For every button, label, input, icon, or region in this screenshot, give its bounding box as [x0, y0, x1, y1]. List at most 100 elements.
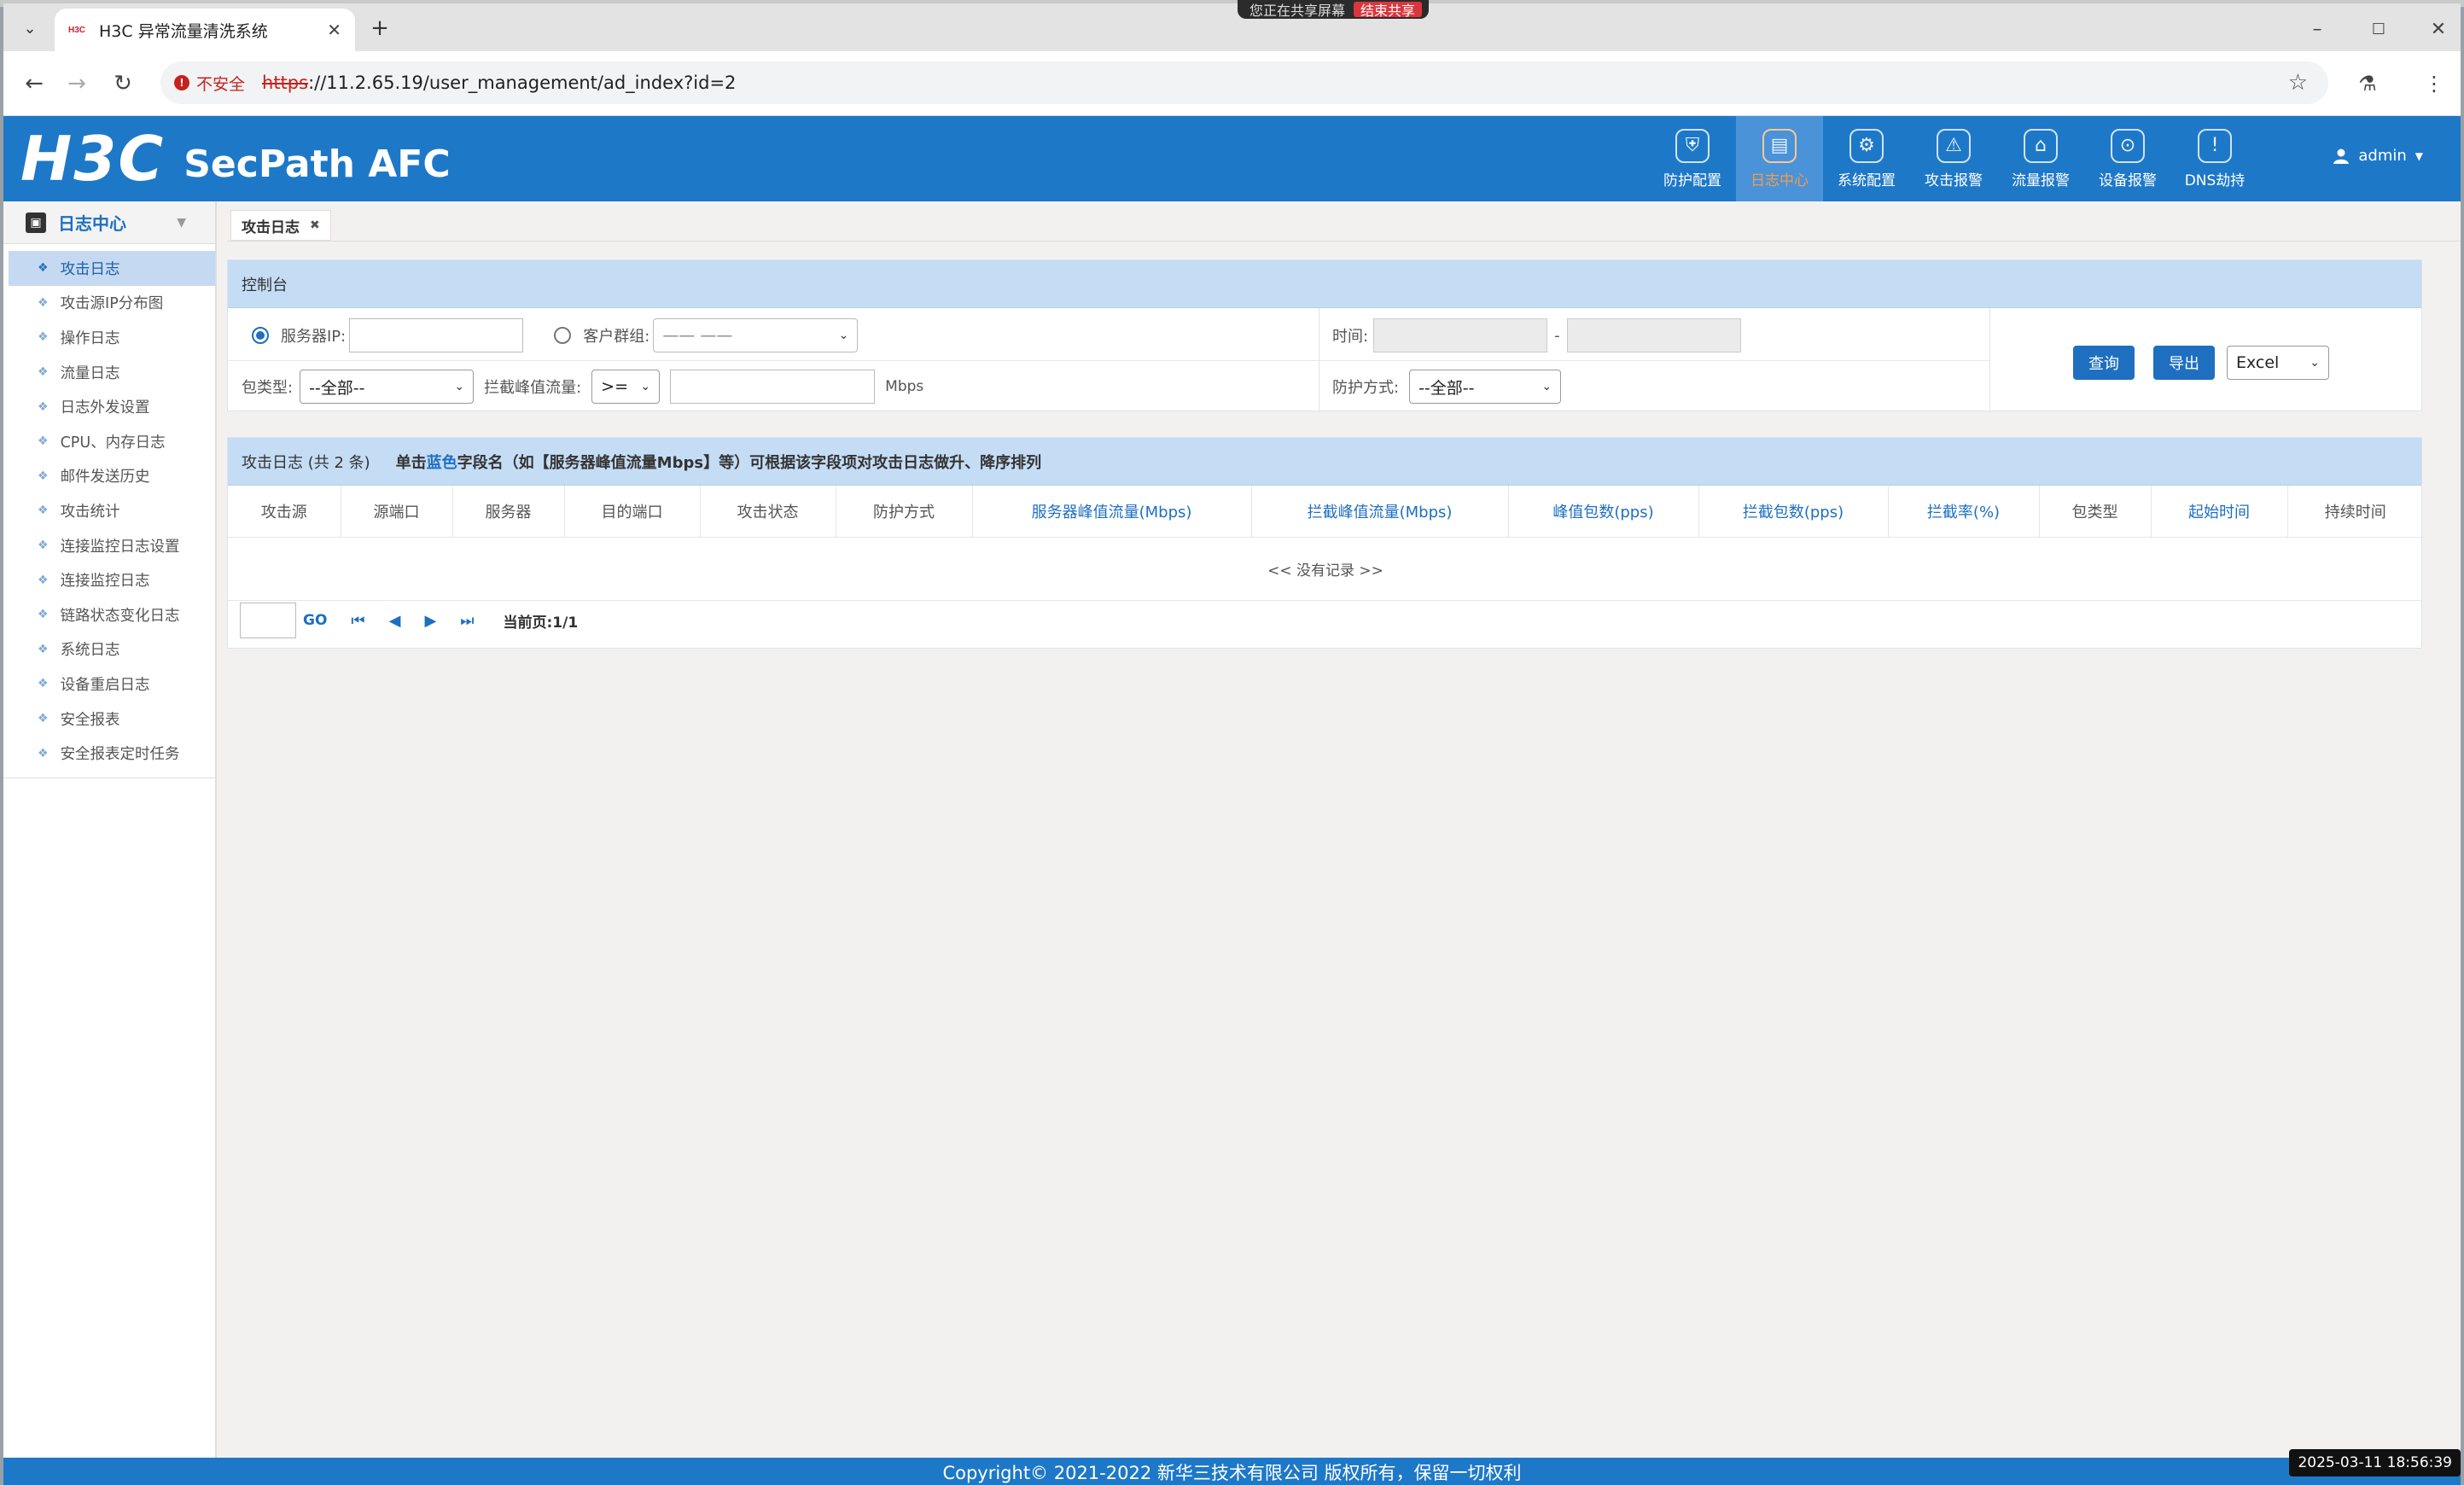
window-close-icon[interactable]: ✕	[2417, 12, 2460, 46]
sidebar-item-link-state-log[interactable]: ❖ 链路状态变化日志	[3, 597, 215, 632]
back-icon[interactable]: ←	[19, 68, 50, 99]
sidebar-item-security-report[interactable]: ❖ 安全报表	[3, 702, 215, 737]
nav-traffic-alarm[interactable]: ⌂ 流量报警	[1997, 116, 2084, 201]
close-tab-icon[interactable]: ✕	[327, 20, 341, 40]
sidebar-item-attack-log[interactable]: ❖ 攻击日志	[9, 251, 215, 286]
close-icon[interactable]: ✖	[310, 218, 320, 232]
nav-log-center[interactable]: ▤ 日志中心	[1736, 116, 1823, 201]
page-number-input[interactable]	[240, 603, 296, 638]
packet-type-label: 包类型:	[242, 379, 294, 397]
server-ip-input[interactable]	[349, 318, 524, 352]
nav-system-config[interactable]: ⚙ 系统配置	[1823, 116, 1910, 201]
address-bar[interactable]: ! 不安全 https ://11.2.65.19/user_managemen…	[160, 61, 2328, 104]
sortable-column-header[interactable]: 起始时间	[2151, 486, 2288, 538]
sidebar-item-report-schedule[interactable]: ❖ 安全报表定时任务	[3, 736, 215, 771]
nav-label: DNS劫持	[2184, 172, 2246, 189]
browser-window: ⌄ H3C H3C 异常流量清洗系统 ✕ + – ☐ ✕ ← → ↻ ! 不安全…	[3, 3, 2461, 1485]
minimize-icon[interactable]: –	[2296, 12, 2339, 46]
server-ip-radio[interactable]	[252, 327, 269, 344]
prev-page-icon[interactable]: ◀	[389, 612, 401, 630]
column-header: 目的端口	[564, 486, 701, 538]
sidebar-item-conn-monitor-log[interactable]: ❖ 连接监控日志	[3, 562, 215, 597]
chevron-down-icon: ⌄	[2310, 356, 2320, 370]
nav-dns-hijack[interactable]: ! DNS劫持	[2171, 116, 2258, 201]
export-button[interactable]: 导出	[2153, 346, 2215, 380]
sidebar-item-conn-monitor-settings[interactable]: ❖ 连接监控日志设置	[3, 528, 215, 563]
top-navigation: ⛨ 防护配置 ▤ 日志中心 ⚙ 系统配置 ⚠ 攻击报警 ⌂ 流量报警 ⊙ 设备报…	[1649, 116, 2258, 201]
gear-icon: ⚙	[1849, 128, 1884, 163]
end-time-input[interactable]	[1566, 318, 1741, 352]
device-alarm-icon: ⊙	[2111, 128, 2145, 163]
nav-label: 攻击报警	[1925, 172, 1983, 189]
protect-mode-label: 防护方式:	[1332, 379, 1400, 397]
first-page-icon[interactable]: ⏮	[351, 612, 364, 630]
tab-label: 攻击日志	[242, 218, 300, 236]
brand-logo: H3C	[20, 123, 166, 195]
start-time-input[interactable]	[1373, 318, 1548, 352]
reload-icon[interactable]: ↻	[108, 68, 138, 99]
peak-traffic-label: 拦截峰值流量:	[484, 379, 582, 397]
security-indicator[interactable]: ! 不安全	[174, 72, 245, 95]
customer-group-value: —— ——	[662, 326, 733, 345]
menu-kebab-icon[interactable]: ⋮	[2419, 68, 2449, 99]
nav-attack-alarm[interactable]: ⚠ 攻击报警	[1910, 116, 1997, 201]
sidebar-item-cpu-memory-log[interactable]: ❖ CPU、内存日志	[3, 424, 215, 459]
console-title: 控制台	[228, 260, 2421, 308]
maximize-icon[interactable]: ☐	[2357, 12, 2400, 46]
sort-hint-prefix: 单击	[395, 453, 427, 472]
diamond-icon: ❖	[38, 261, 49, 276]
user-menu[interactable]: admin ▼	[2333, 147, 2423, 165]
sidebar-header[interactable]: ▣ 日志中心 ▼	[3, 201, 215, 244]
empty-state: << 没有记录 >>	[228, 537, 2423, 601]
sidebar-item-reboot-log[interactable]: ❖ 设备重启日志	[3, 667, 215, 702]
export-format-value: Excel	[2236, 353, 2280, 372]
sidebar-item-label: 设备重启日志	[60, 676, 150, 694]
protect-mode-value: --全部--	[1418, 378, 1475, 398]
sidebar-item-log-export-settings[interactable]: ❖ 日志外发设置	[3, 389, 215, 424]
column-header: 攻击状态	[700, 486, 836, 538]
protect-mode-select[interactable]: --全部-- ⌄	[1409, 370, 1562, 404]
warning-icon: !	[174, 75, 189, 90]
query-button[interactable]: 查询	[2073, 346, 2135, 380]
sidebar-item-label: 攻击源IP分布图	[60, 295, 164, 313]
go-button[interactable]: GO	[303, 612, 327, 629]
last-page-icon[interactable]: ⏭	[460, 612, 474, 630]
sortable-column-header[interactable]: 拦截峰值流量(Mbps)	[1251, 486, 1509, 538]
attack-log-table: 攻击源 源端口 服务器 目的端口 攻击状态 防护方式 服务器峰值流量(Mbps)…	[228, 486, 2423, 601]
new-tab-button[interactable]: +	[365, 14, 394, 43]
sidebar-item-operation-log[interactable]: ❖ 操作日志	[3, 320, 215, 355]
forward-icon[interactable]: →	[61, 68, 92, 99]
tab-search-icon[interactable]: ⌄	[15, 14, 44, 43]
pagination: GO ⏮ ◀ ▶ ⏭ 当前页:1/1	[240, 602, 578, 639]
labs-flask-icon[interactable]: ⚗	[2352, 68, 2383, 99]
customer-group-select[interactable]: —— —— ⌄	[653, 318, 859, 352]
stop-sharing-button[interactable]: 结束共享	[1354, 2, 1423, 19]
sidebar-item-attack-source-map[interactable]: ❖ 攻击源IP分布图	[3, 286, 215, 321]
time-label: 时间:	[1332, 328, 1369, 346]
diamond-icon: ❖	[38, 469, 49, 483]
sortable-column-header[interactable]: 服务器峰值流量(Mbps)	[972, 486, 1252, 538]
column-header: 持续时间	[2287, 486, 2423, 538]
time-filter: 时间: -	[1332, 310, 1741, 361]
sidebar-item-traffic-log[interactable]: ❖ 流量日志	[3, 355, 215, 390]
nav-device-alarm[interactable]: ⊙ 设备报警	[2084, 116, 2171, 201]
bookmark-star-icon[interactable]: ☆	[2288, 70, 2308, 96]
browser-tab[interactable]: H3C H3C 异常流量清洗系统 ✕	[55, 9, 355, 51]
sidebar-item-mail-history[interactable]: ❖ 邮件发送历史	[3, 459, 215, 494]
peak-operator-select[interactable]: >= ⌄	[591, 370, 661, 404]
sortable-column-header[interactable]: 拦截包数(pps)	[1698, 486, 1889, 538]
next-page-icon[interactable]: ▶	[424, 612, 436, 630]
sortable-column-header[interactable]: 峰值包数(pps)	[1508, 486, 1699, 538]
packet-type-select[interactable]: --全部-- ⌄	[300, 370, 475, 404]
nav-protection-config[interactable]: ⛨ 防护配置	[1649, 116, 1736, 201]
chevron-down-icon: ⌄	[454, 380, 465, 393]
app-body: ▣ 日志中心 ▼ ❖ 攻击日志 ❖ 攻击源IP分布图 ❖ 操作日志 ❖ 流量日志 ❖ 日志…	[3, 201, 2461, 1458]
export-format-select[interactable]: Excel ⌄	[2227, 346, 2329, 380]
sortable-column-header[interactable]: 拦截率(%)	[1888, 486, 2040, 538]
customer-group-radio[interactable]	[554, 327, 572, 344]
sidebar-item-system-log[interactable]: ❖ 系统日志	[3, 632, 215, 667]
attack-log-title: 攻击日志 (共 2 条)	[242, 453, 370, 472]
tab-attack-log[interactable]: 攻击日志 ✖	[230, 210, 331, 241]
sidebar-item-attack-stats[interactable]: ❖ 攻击统计	[3, 493, 215, 528]
peak-traffic-input[interactable]	[670, 370, 876, 404]
